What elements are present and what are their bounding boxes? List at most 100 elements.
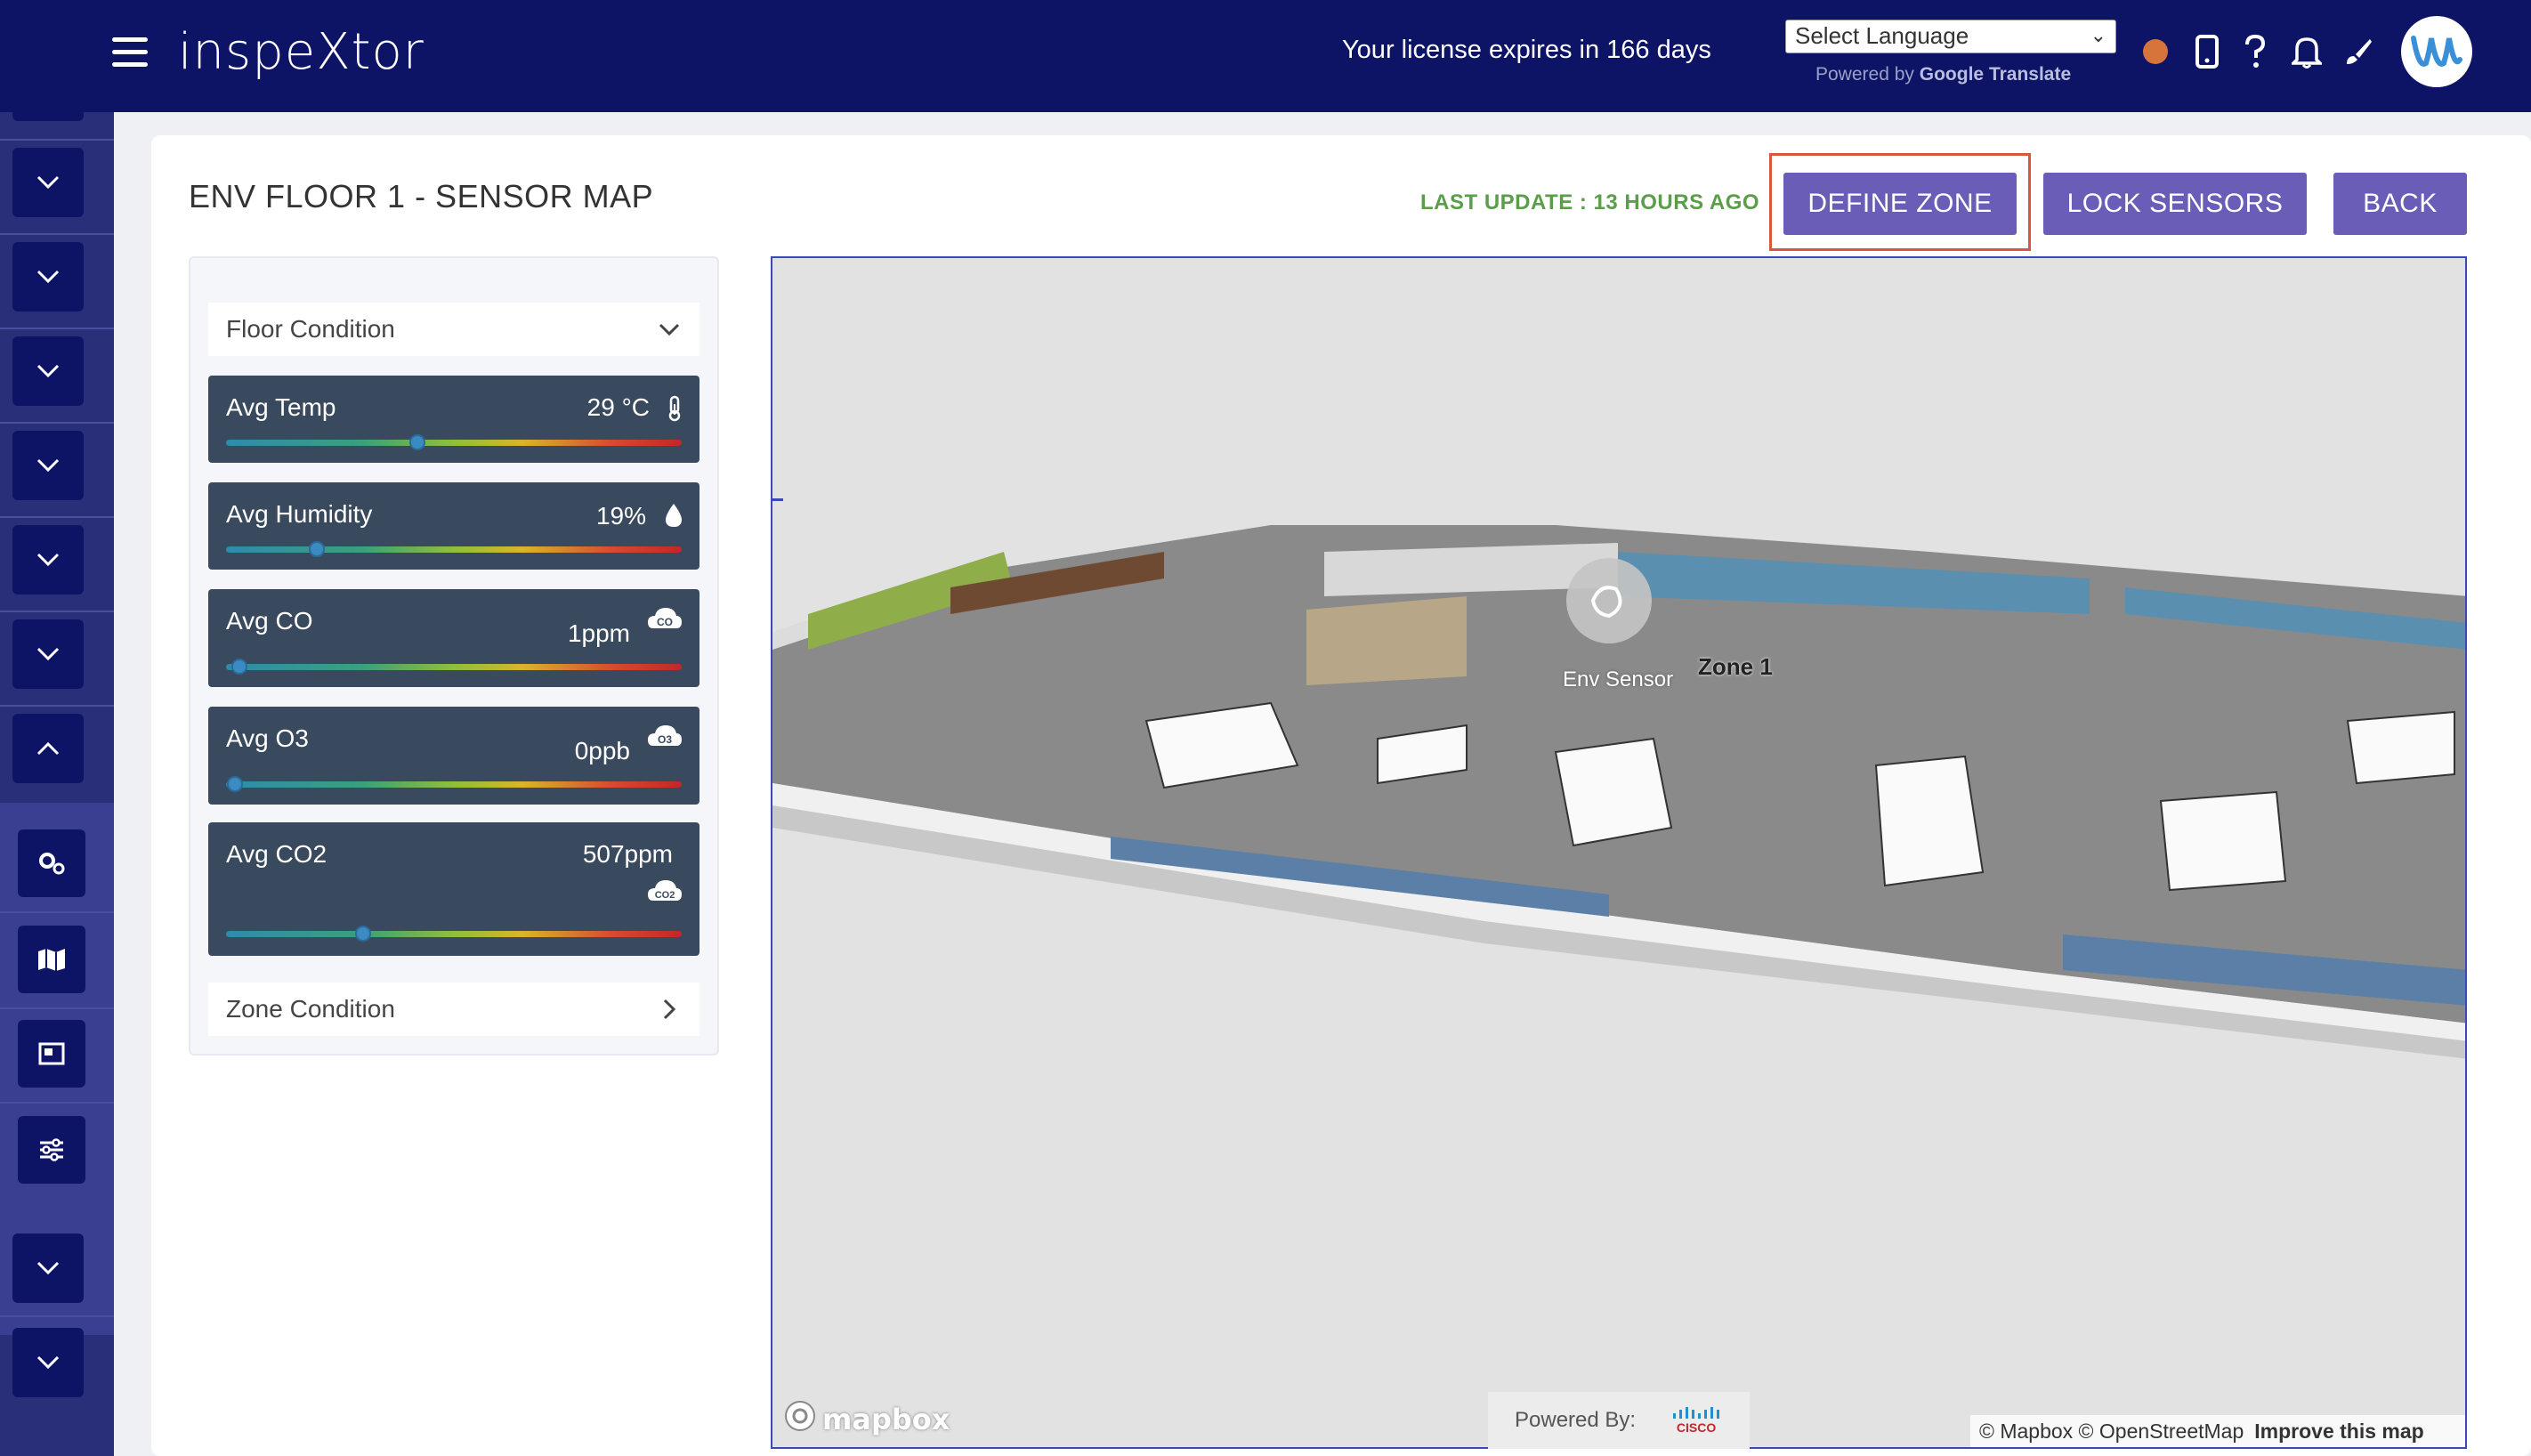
metric-card-o3: Avg O3 0ppb O3	[208, 707, 699, 805]
metric-value: 507ppm	[582, 840, 673, 868]
sidebar-divider	[0, 233, 114, 235]
sidebar-rail	[0, 85, 114, 1456]
cisco-logo-text: CISCO	[1676, 1420, 1717, 1435]
sidebar-divider	[0, 1102, 114, 1104]
license-notice: Your license expires in 166 days	[1342, 36, 1711, 64]
metric-label: Avg Humidity	[226, 500, 373, 528]
sidebar-divider	[0, 1007, 114, 1009]
metric-level-marker	[309, 541, 326, 557]
metric-scale	[226, 440, 682, 446]
translate-text[interactable]: Translate	[1989, 64, 2071, 85]
chevron-down-icon: ⌄	[2090, 24, 2106, 46]
mapbox-logo[interactable]: mapbox	[783, 1399, 950, 1440]
sidebar-divider	[0, 705, 114, 707]
sidebar-divider	[0, 1315, 114, 1317]
floor-map[interactable]: Env Sensor Zone 1	[771, 256, 2467, 1449]
chevron-down-icon[interactable]	[12, 148, 84, 217]
co-cloud-icon: CO	[646, 605, 683, 640]
mapbox-logo-icon	[783, 1399, 817, 1440]
lock-sensors-button[interactable]: LOCK SENSORS	[2043, 173, 2307, 235]
chevron-up-icon[interactable]	[12, 714, 84, 783]
o3-cloud-icon: O3	[646, 723, 683, 757]
metric-card-temp: Avg Temp 29 °C	[208, 376, 699, 463]
metric-label: Avg CO	[226, 607, 313, 635]
google-logo-text[interactable]: Google	[1920, 64, 1984, 85]
zone-label[interactable]: Zone 1	[1698, 653, 1773, 681]
sidebar-toggle-partial[interactable]	[12, 85, 84, 121]
metric-label: Avg Temp	[226, 393, 336, 421]
metric-scale	[226, 931, 682, 937]
dashboard-icon[interactable]	[18, 1020, 85, 1088]
metric-value: 1ppm	[567, 619, 630, 647]
map-edge-marker	[772, 498, 783, 501]
back-button[interactable]: BACK	[2333, 173, 2467, 235]
thermometer-icon	[666, 395, 683, 426]
metric-level-marker	[227, 776, 244, 792]
floor-condition-label: Floor Condition	[226, 315, 395, 343]
page-title: ENV FLOOR 1 - SENSOR MAP	[189, 178, 654, 214]
metric-label: Avg CO2	[226, 840, 327, 868]
env-sensor-label[interactable]: Env Sensor	[1563, 667, 1673, 692]
chevron-down-icon[interactable]	[12, 1234, 84, 1303]
metric-scale	[226, 546, 682, 553]
language-select[interactable]: Select Language ⌄	[1785, 20, 2116, 53]
sliders-icon[interactable]	[18, 1116, 85, 1184]
powered-by-text: Powered by	[1815, 64, 1914, 85]
chevron-down-icon[interactable]	[12, 336, 84, 406]
chevron-down-icon[interactable]	[12, 431, 84, 500]
settings-gears-icon[interactable]	[18, 829, 85, 897]
map-icon[interactable]	[18, 926, 85, 993]
bell-icon[interactable]	[2287, 32, 2326, 71]
chevron-down-icon	[657, 317, 682, 348]
chevron-down-icon[interactable]	[12, 619, 84, 689]
sidebar-divider	[0, 328, 114, 329]
svg-text:O3: O3	[658, 733, 672, 746]
google-translate-credit: Powered by Google Translate	[1815, 64, 2071, 85]
help-icon[interactable]	[2236, 32, 2275, 71]
zone-condition-accordion[interactable]: Zone Condition	[208, 983, 699, 1036]
powered-by-badge: Powered By: CISCO	[1488, 1392, 1750, 1449]
metric-card-humidity: Avg Humidity 19%	[208, 482, 699, 570]
metric-value: 0ppb	[574, 737, 630, 764]
metric-scale	[226, 664, 682, 670]
last-update-status: LAST UPDATE : 13 HOURS AGO	[1420, 190, 1760, 214]
metric-value: 19%	[595, 502, 646, 530]
chevron-down-icon[interactable]	[12, 1328, 84, 1397]
co2-cloud-icon: CO2	[646, 878, 683, 914]
status-indicator	[2143, 39, 2168, 64]
metric-label: Avg O3	[226, 724, 309, 752]
zone-condition-label: Zone Condition	[226, 995, 395, 1023]
language-select-value: Select Language	[1795, 22, 1969, 49]
attribution-text[interactable]: © Mapbox © OpenStreetMap	[1979, 1420, 2244, 1444]
brush-icon[interactable]	[2339, 32, 2378, 71]
sidebar-divider	[0, 911, 114, 913]
svg-text:CO2: CO2	[655, 890, 675, 901]
metric-value: 29 °C	[586, 393, 650, 421]
svg-text:CO: CO	[657, 616, 673, 628]
mobile-icon[interactable]	[2187, 32, 2227, 71]
sidebar-divider	[0, 611, 114, 612]
app-brand[interactable]: inspeXtor	[178, 23, 425, 81]
sidebar-divider	[0, 139, 114, 141]
chevron-down-icon[interactable]	[12, 525, 84, 595]
floor-condition-accordion[interactable]: Floor Condition	[208, 303, 699, 356]
metric-level-marker	[231, 659, 248, 675]
sidebar-divider	[0, 422, 114, 424]
user-avatar[interactable]	[2401, 16, 2472, 87]
define-zone-button[interactable]: DEFINE ZONE	[1783, 173, 2017, 235]
sidebar-divider	[0, 516, 114, 518]
chevron-down-icon[interactable]	[12, 242, 84, 311]
metric-card-co2: Avg CO2 507ppm CO2	[208, 822, 699, 956]
powered-by-label: Powered By:	[1515, 1408, 1637, 1432]
metric-level-marker	[354, 926, 371, 942]
mapbox-logo-text: mapbox	[822, 1403, 950, 1436]
menu-icon[interactable]	[112, 37, 148, 68]
map-attribution: © Mapbox © OpenStreetMap Improve this ma…	[1970, 1415, 2465, 1447]
improve-map-link[interactable]: Improve this map	[2254, 1420, 2423, 1444]
metric-card-co: Avg CO 1ppm CO	[208, 589, 699, 687]
metric-level-marker	[409, 434, 426, 450]
top-navigation-bar: inspeXtor Your license expires in 166 da…	[0, 0, 2531, 112]
droplet-icon	[664, 502, 683, 533]
cisco-logo: CISCO	[1671, 1406, 1721, 1435]
floor-plan-render	[772, 525, 2465, 1059]
